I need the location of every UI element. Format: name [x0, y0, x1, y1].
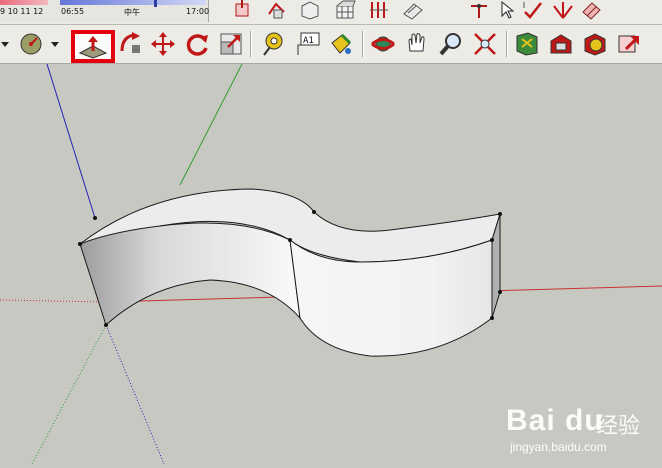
text-tool-icon[interactable]: A1	[294, 31, 320, 57]
toolbar-separator	[506, 31, 508, 57]
time-end-label: 17:00	[186, 7, 210, 16]
shadow-settings-panel: 9 10 11 12 06:55 中午 17:00	[0, 0, 209, 22]
time-slider[interactable]	[60, 0, 206, 5]
line-split-icon[interactable]	[468, 0, 490, 20]
ruler-stack-icon[interactable]	[402, 0, 424, 20]
time-start-label: 06:55	[61, 7, 85, 16]
extruded-s-shape[interactable]	[78, 188, 502, 357]
extension-tool-icon[interactable]	[582, 31, 608, 57]
watermark-logo: Bai du	[506, 404, 604, 437]
baidu-jingyan-watermark: Bai du 经验 jingyan.baidu.com	[506, 400, 656, 456]
time-noon-label: 中午	[124, 8, 140, 17]
month-slider[interactable]	[0, 0, 48, 5]
checkmark-icon[interactable]	[522, 0, 544, 20]
box-view-icon[interactable]	[298, 0, 320, 20]
zoom-tool-icon[interactable]	[438, 31, 464, 57]
toolbar-separator	[250, 31, 252, 57]
walkthrough-icon[interactable]	[266, 0, 288, 20]
watermark-cn-text: 经验	[596, 414, 641, 439]
grid-box-icon[interactable]	[334, 0, 356, 20]
pan-tool-icon[interactable]	[404, 31, 430, 57]
eraser-icon[interactable]	[580, 0, 602, 20]
toolbar-separator	[362, 31, 364, 57]
share-model-tool-icon[interactable]	[616, 31, 642, 57]
dropdown-arrow-icon[interactable]	[50, 31, 62, 57]
zoom-extents-tool-icon[interactable]	[472, 31, 498, 57]
orbit-tool-icon[interactable]	[370, 31, 396, 57]
stair-icon[interactable]	[368, 0, 390, 20]
select-arrow-icon[interactable]	[498, 0, 520, 20]
component-tool-icon[interactable]	[514, 31, 540, 57]
paint-bucket-tool-icon[interactable]	[328, 31, 354, 57]
warehouse-tool-icon[interactable]	[548, 31, 574, 57]
scale-tool-icon[interactable]	[218, 31, 244, 57]
follow-me-tool-icon[interactable]	[118, 31, 144, 57]
dropdown-arrow-icon[interactable]	[0, 31, 12, 57]
move-tool-icon[interactable]	[150, 31, 176, 57]
fan-icon[interactable]	[552, 0, 574, 20]
tape-measure-tool-icon[interactable]	[260, 31, 286, 57]
section-plane-icon[interactable]	[232, 0, 254, 20]
time-slider-thumb[interactable]	[154, 0, 157, 7]
circle-tool-icon[interactable]	[18, 31, 44, 57]
svg-text:A1: A1	[303, 36, 314, 46]
watermark-url: jingyan.baidu.com	[510, 440, 607, 454]
push-pull-tool-highlight[interactable]	[71, 30, 115, 63]
top-toolbar-strip: 9 10 11 12 06:55 中午 17:00	[0, 0, 662, 25]
month-labels: 9 10 11 12	[0, 7, 44, 16]
rotate-tool-icon[interactable]	[184, 31, 210, 57]
